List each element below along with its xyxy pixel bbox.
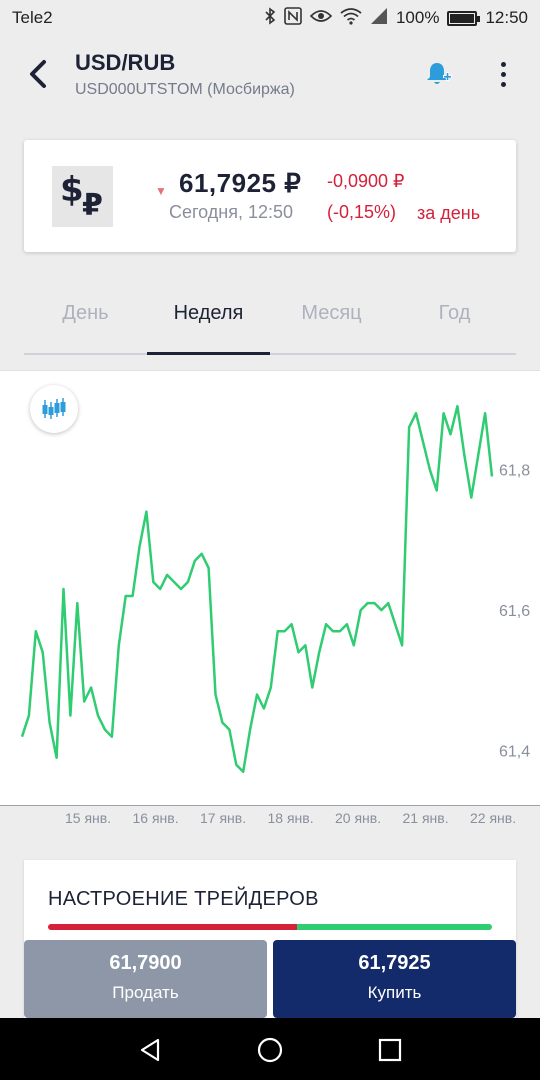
ruble-sign: ₽ (82, 188, 103, 223)
back-button[interactable] (20, 56, 56, 92)
battery-icon (447, 10, 481, 26)
sell-button[interactable]: 61,7900 Продать (24, 940, 267, 1018)
tab-day[interactable]: День (24, 302, 147, 325)
sentiment-title: НАСТРОЕНИЕ ТРЕЙДЕРОВ (48, 888, 319, 910)
nav-home-button[interactable] (252, 1032, 288, 1068)
x-tick-label: 18 янв. (267, 810, 314, 826)
sell-label: Продать (112, 983, 179, 1002)
tab-month[interactable]: Месяц (270, 302, 393, 325)
tab-week[interactable]: Неделя (147, 302, 270, 325)
signal-icon (370, 7, 388, 29)
currency-logo: $ ₽ (52, 166, 113, 227)
carrier-label: Tele2 (12, 8, 53, 27)
sentiment-bar (48, 924, 492, 930)
wifi-icon (340, 7, 362, 29)
quote-card: $ ₽ ▼ 61,7925 ₽ -0,0900 ₽ Сегодня, 12:50… (24, 140, 516, 252)
candlestick-toggle-button[interactable] (30, 385, 78, 433)
x-tick-label: 16 янв. (132, 810, 179, 826)
x-tick-label: 17 янв. (200, 810, 247, 826)
eye-icon (309, 8, 333, 28)
current-price: 61,7925 ₽ (179, 168, 302, 198)
chart-canvas: 61,4 61,6 61,8 (20, 404, 530, 774)
x-tick-label: 22 янв. (470, 810, 517, 826)
battery-percent: 100% (395, 8, 440, 27)
x-tick-label: 20 янв. (335, 810, 382, 826)
price-change-percent: (-0,15%) (327, 202, 397, 222)
more-dot (500, 61, 506, 67)
dollar-sign: $ (60, 170, 84, 210)
back-triangle-icon (140, 1038, 160, 1062)
add-alert-button[interactable] (420, 56, 456, 92)
price-series-line (20, 404, 494, 774)
y-tick-label: 61,6 (499, 603, 530, 620)
page-title: USD/RUB (75, 50, 176, 75)
clock: 12:50 (485, 8, 528, 27)
more-options-button[interactable] (488, 56, 518, 92)
period-tabs: День Неделя Месяц Год (24, 290, 516, 355)
bell-plus-icon (427, 63, 452, 84)
y-tick-label: 61,4 (499, 744, 530, 761)
x-tick-label: 15 янв. (65, 810, 112, 826)
buy-button[interactable]: 61,7925 Купить (273, 940, 516, 1018)
nav-recents-button[interactable] (372, 1032, 408, 1068)
buy-price: 61,7925 (358, 952, 431, 974)
candlestick-icon (42, 398, 66, 419)
instrument-code: USD000UTSTOM (Мосбиржа) (75, 81, 295, 98)
chart-x-axis: 15 янв. 16 янв. 17 янв. 18 янв. 20 янв. 21 ян… (0, 806, 540, 836)
more-dot (500, 81, 506, 87)
status-icons: 100% 12:50 (264, 7, 528, 29)
status-bar: Tele2 100% 12:50 (0, 0, 540, 36)
nfc-icon (284, 7, 302, 29)
more-dot (500, 71, 506, 77)
bluetooth-icon (264, 7, 276, 29)
recents-square-icon (378, 1038, 402, 1062)
change-period-label: за день (417, 203, 481, 223)
price-chart[interactable]: 61,4 61,6 61,8 (0, 370, 540, 806)
sentiment-bear-segment (48, 924, 297, 930)
tab-year[interactable]: Год (393, 302, 516, 325)
buy-label: Купить (367, 983, 422, 1002)
app-header: USD/RUB USD000UTSTOM (Мосбиржа) (0, 36, 540, 112)
system-nav-bar (0, 1018, 540, 1080)
y-tick-label: 61,8 (499, 462, 530, 479)
active-tab-indicator (147, 352, 270, 355)
x-tick-label: 21 янв. (402, 810, 449, 826)
price-change-absolute: -0,0900 ₽ (327, 171, 405, 191)
home-circle-icon (257, 1037, 283, 1063)
sentiment-bull-segment (296, 924, 492, 930)
nav-back-button[interactable] (132, 1032, 168, 1068)
price-down-arrow-icon: ▼ (155, 184, 167, 198)
sell-price: 61,7900 (109, 952, 182, 974)
quote-timestamp: Сегодня, 12:50 (169, 202, 294, 222)
chevron-left-icon (30, 60, 46, 88)
